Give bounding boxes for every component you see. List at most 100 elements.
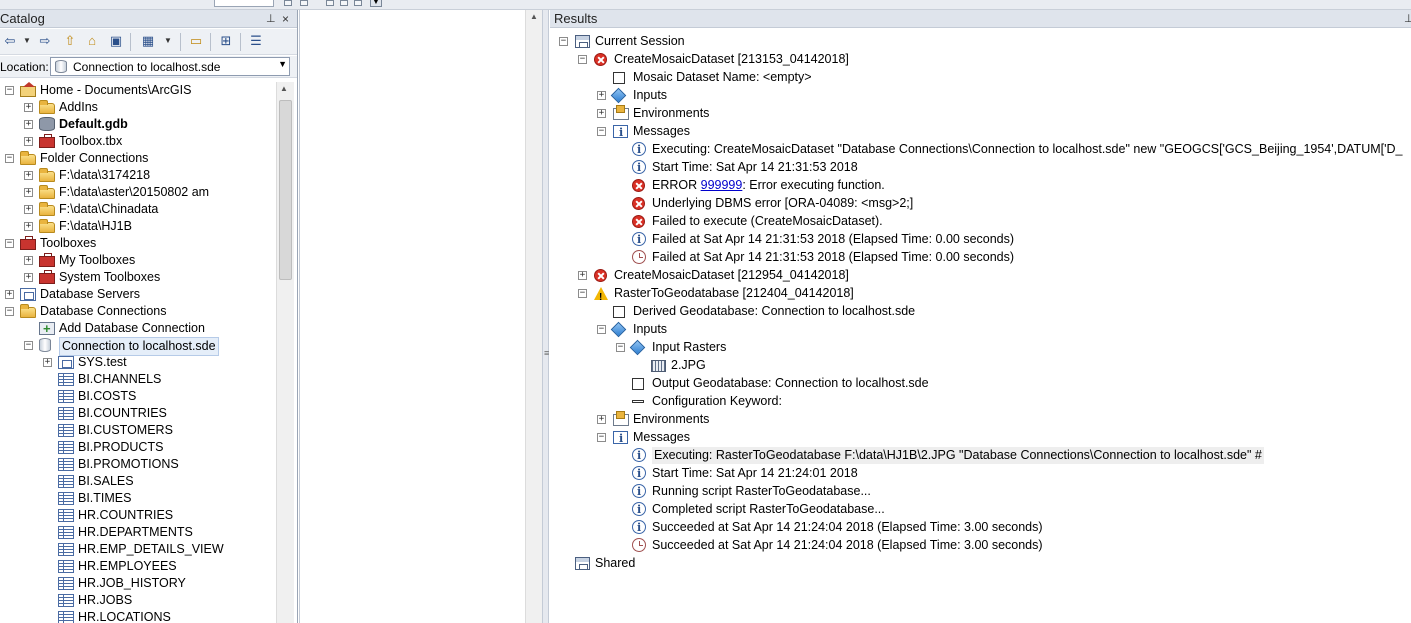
collapse-toggle-icon[interactable]: − <box>616 343 625 352</box>
view-dropdown-icon[interactable]: ▼ <box>160 33 176 49</box>
view-grid-icon[interactable]: ▦ <box>140 33 156 49</box>
catalog-scroll-thumb[interactable] <box>279 100 292 280</box>
results-tree-label: Underlying DBMS error [ORA-04089: <msg>2… <box>652 195 913 212</box>
catalog-tree-label: BI.COSTS <box>78 388 136 405</box>
collapse-toggle-icon[interactable]: − <box>5 86 14 95</box>
tree-options-icon[interactable]: ⊞ <box>218 33 234 49</box>
top-tool-icon[interactable] <box>340 0 348 6</box>
expand-toggle-icon[interactable]: + <box>24 120 33 129</box>
top-tool-icon[interactable] <box>326 0 334 6</box>
results-tree-label-suffix: : Error executing function. <box>742 178 885 192</box>
catalog-tree-label-text: AddIns <box>59 100 98 114</box>
inputs-icon <box>610 87 627 104</box>
home-icon[interactable]: ⌂ <box>84 33 100 49</box>
results-tree-label-text: Failed at Sat Apr 14 21:31:53 2018 (Elap… <box>652 250 1015 264</box>
middle-scrollbar[interactable]: ▲ <box>525 10 542 623</box>
table-icon <box>58 560 74 573</box>
catalog-tree-label-text: BI.TIMES <box>78 491 132 505</box>
top-tool-icon[interactable] <box>300 0 308 6</box>
results-tree-label-text: Start Time: Sat Apr 14 21:24:01 2018 <box>652 466 858 480</box>
table-icon <box>58 475 74 488</box>
toolbox-icon <box>39 270 55 284</box>
up-one-level-icon[interactable]: ⇧ <box>62 33 78 49</box>
expand-toggle-icon[interactable]: + <box>24 188 33 197</box>
catalog-tree-label: F:\data\HJ1B <box>59 218 132 235</box>
table-icon <box>58 458 74 471</box>
collapse-toggle-icon[interactable]: − <box>5 154 14 163</box>
catalog-tree-label: HR.JOBS <box>78 592 132 609</box>
expand-toggle-icon[interactable]: + <box>24 137 33 146</box>
expand-toggle-icon[interactable]: + <box>43 358 52 367</box>
splitter-grip-icon[interactable]: ≡ <box>544 348 549 358</box>
collapse-toggle-icon[interactable]: − <box>5 239 14 248</box>
results-tree-label: Start Time: Sat Apr 14 21:31:53 2018 <box>652 159 858 176</box>
catalog-tree-label-text: F:\data\HJ1B <box>59 219 132 233</box>
geodatabase-icon <box>39 117 55 131</box>
results-tree-label-text: Environments <box>633 412 710 426</box>
table-icon <box>58 373 74 386</box>
forward-arrow-icon[interactable]: ⇨ <box>37 33 53 49</box>
expand-toggle-icon[interactable]: + <box>24 205 33 214</box>
expand-toggle-icon[interactable]: + <box>24 222 33 231</box>
collapse-toggle-icon[interactable]: − <box>5 307 14 316</box>
results-tree-label: Derived Geodatabase: Connection to local… <box>633 303 915 320</box>
raster-icon <box>651 360 666 372</box>
collapse-toggle-icon[interactable]: − <box>24 341 33 350</box>
error-code-link[interactable]: 999999 <box>701 178 743 192</box>
catalog-options-icon[interactable]: ☰ <box>248 33 264 49</box>
collapse-toggle-icon[interactable]: − <box>578 289 587 298</box>
pin-icon[interactable]: ⊥ <box>266 10 276 28</box>
database-connection-icon <box>55 60 67 73</box>
shared-icon <box>575 557 590 570</box>
close-icon[interactable]: × <box>282 10 289 28</box>
scroll-up-icon[interactable]: ▲ <box>280 84 288 93</box>
expand-toggle-icon[interactable]: + <box>597 415 606 424</box>
top-combo-box[interactable] <box>214 0 274 7</box>
catalog-tree-label: F:\data\3174218 <box>59 167 150 184</box>
connect-folder-icon[interactable]: ▣ <box>108 33 124 49</box>
collapse-toggle-icon[interactable]: − <box>559 37 568 46</box>
expand-toggle-icon[interactable]: + <box>24 256 33 265</box>
results-tree-label-text: Failed to execute (CreateMosaicDataset). <box>652 214 883 228</box>
results-tree-label-text: Derived Geodatabase: Connection to local… <box>633 304 916 318</box>
catalog-tree-label-text: Toolbox.tbx <box>59 134 123 148</box>
results-tree-label: Failed to execute (CreateMosaicDataset). <box>652 213 883 230</box>
location-dropdown-icon[interactable]: ▼ <box>278 59 287 69</box>
toolboxes-icon <box>20 236 36 250</box>
collapse-toggle-icon[interactable]: − <box>597 433 606 442</box>
pin-icon[interactable]: ⊥ <box>1404 10 1411 28</box>
catalog-tree: − Home - Documents\ArcGIS + AddIns + Default.… <box>0 82 276 623</box>
location-label: Location: <box>0 60 49 74</box>
empty-value-icon <box>613 72 625 84</box>
catalog-tree-label: BI.TIMES <box>78 490 131 507</box>
new-folder-icon[interactable]: ▭ <box>188 33 204 49</box>
panel-splitter[interactable]: ≡ <box>542 10 549 623</box>
catalog-tree-label-text: Toolboxes <box>40 236 97 250</box>
results-tree-label: Inputs <box>633 87 667 104</box>
folder-icon <box>39 202 55 216</box>
top-tool-icon[interactable] <box>354 0 362 6</box>
catalog-tree-label-text: My Toolboxes <box>59 253 136 267</box>
catalog-scrollbar[interactable]: ▲ <box>276 82 294 623</box>
back-arrow-icon[interactable]: ⇦ <box>2 33 18 49</box>
inputs-icon <box>629 339 646 356</box>
collapse-toggle-icon[interactable]: − <box>597 127 606 136</box>
expand-toggle-icon[interactable]: + <box>597 109 606 118</box>
results-tree-label-text: Failed at Sat Apr 14 21:31:53 2018 (Elap… <box>652 232 1015 246</box>
collapse-toggle-icon[interactable]: − <box>597 325 606 334</box>
expand-toggle-icon[interactable]: + <box>578 271 587 280</box>
expand-toggle-icon[interactable]: + <box>597 91 606 100</box>
expand-toggle-icon[interactable]: + <box>24 103 33 112</box>
expand-toggle-icon[interactable]: + <box>24 171 33 180</box>
back-dropdown-icon[interactable]: ▼ <box>19 33 35 49</box>
expand-toggle-icon[interactable]: + <box>5 290 14 299</box>
expand-toggle-icon[interactable]: + <box>24 273 33 282</box>
top-toolbar-strip: ▼ <box>0 0 1411 10</box>
collapse-toggle-icon[interactable]: − <box>578 55 587 64</box>
scroll-up-icon[interactable]: ▲ <box>530 12 538 21</box>
info-icon <box>632 159 646 176</box>
top-tool-icon[interactable] <box>284 0 292 6</box>
top-dropdown-arrow-icon[interactable]: ▼ <box>370 0 382 7</box>
location-combo[interactable]: Connection to localhost.sde ▼ <box>50 57 290 76</box>
results-tree-label-text: Succeeded at Sat Apr 14 21:24:04 2018 (E… <box>652 520 1043 534</box>
